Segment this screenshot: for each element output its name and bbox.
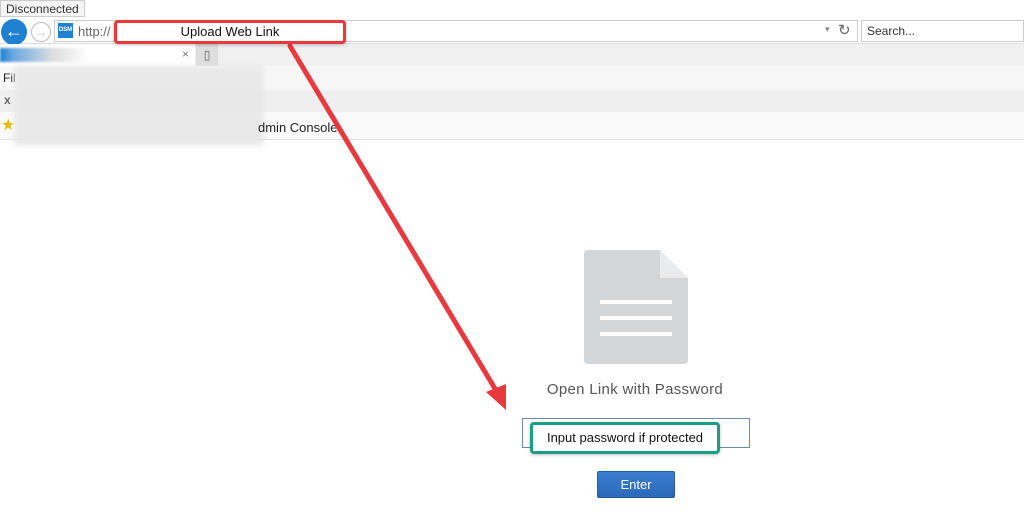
annotation-upload-web-link: Upload Web Link bbox=[114, 20, 346, 44]
annotation-arrow bbox=[287, 43, 506, 410]
annotation-input-password: Input password if protected bbox=[530, 422, 720, 454]
